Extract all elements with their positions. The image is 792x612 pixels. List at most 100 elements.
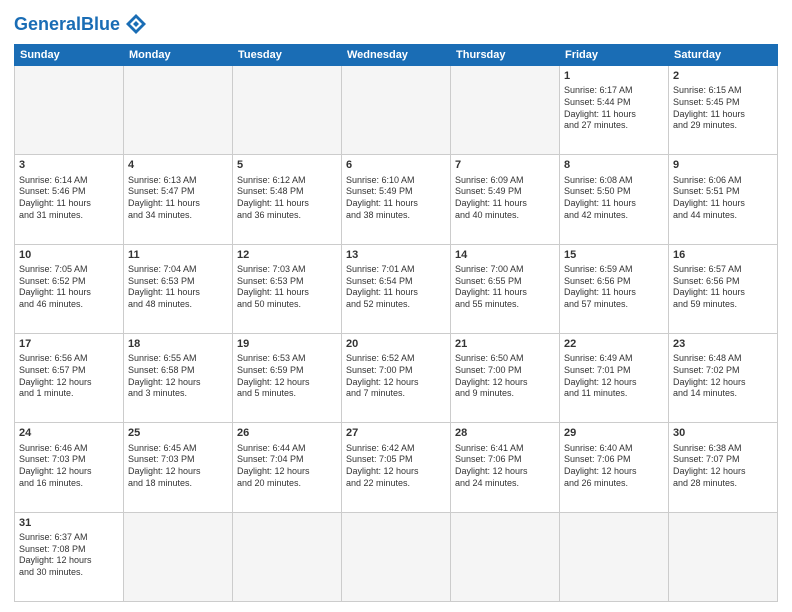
day-info: Sunrise: 7:05 AM Sunset: 6:52 PM Dayligh… [19, 264, 91, 309]
day-number: 1 [564, 69, 664, 83]
day-info: Sunrise: 6:49 AM Sunset: 7:01 PM Dayligh… [564, 353, 637, 398]
calendar-cell: 12Sunrise: 7:03 AM Sunset: 6:53 PM Dayli… [233, 244, 342, 333]
calendar-cell: 3 Sunrise: 6:14 AM Sunset: 5:46 PM Daylig… [15, 155, 124, 244]
calendar-cell: 19Sunrise: 6:53 AM Sunset: 6:59 PM Dayli… [233, 333, 342, 422]
calendar-cell: 16Sunrise: 6:57 AM Sunset: 6:56 PM Dayli… [669, 244, 778, 333]
weekday-header-tuesday: Tuesday [233, 45, 342, 66]
day-info: Sunrise: 6:17 AM Sunset: 5:44 PM Dayligh… [564, 85, 636, 130]
calendar-cell: 26 Sunrise: 6:44 AM Sunset: 7:04 PM Dayli… [233, 423, 342, 512]
calendar-cell: 7 Sunrise: 6:09 AM Sunset: 5:49 PM Daylig… [451, 155, 560, 244]
week-row-4: 24 Sunrise: 6:46 AM Sunset: 7:03 PM Dayli… [15, 423, 778, 512]
day-info: Sunrise: 6:56 AM Sunset: 6:57 PM Dayligh… [19, 353, 92, 398]
calendar-cell: 1 Sunrise: 6:17 AM Sunset: 5:44 PM Daylig… [560, 66, 669, 155]
calendar-cell: 22 Sunrise: 6:49 AM Sunset: 7:01 PM Dayli… [560, 333, 669, 422]
day-number: 23 [673, 337, 773, 351]
day-info: Sunrise: 6:41 AM Sunset: 7:06 PM Dayligh… [455, 443, 528, 488]
week-row-5: 31 Sunrise: 6:37 AM Sunset: 7:08 PM Dayli… [15, 512, 778, 601]
day-info: Sunrise: 6:09 AM Sunset: 5:49 PM Dayligh… [455, 175, 527, 220]
day-info: Sunrise: 6:10 AM Sunset: 5:49 PM Dayligh… [346, 175, 418, 220]
weekday-header-sunday: Sunday [15, 45, 124, 66]
day-number: 24 [19, 426, 119, 440]
calendar-cell [233, 512, 342, 601]
calendar-cell [233, 66, 342, 155]
day-number: 31 [19, 516, 119, 530]
day-number: 17 [19, 337, 119, 351]
day-number: 27 [346, 426, 446, 440]
day-number: 28 [455, 426, 555, 440]
day-number: 10 [19, 248, 119, 262]
day-info: Sunrise: 6:06 AM Sunset: 5:51 PM Dayligh… [673, 175, 745, 220]
calendar-cell [451, 512, 560, 601]
day-number: 25 [128, 426, 228, 440]
logo-blue: Blue [81, 14, 120, 34]
day-info: Sunrise: 6:44 AM Sunset: 7:04 PM Dayligh… [237, 443, 310, 488]
day-number: 7 [455, 158, 555, 172]
calendar-cell: 15Sunrise: 6:59 AM Sunset: 6:56 PM Dayli… [560, 244, 669, 333]
day-number: 11 [128, 248, 228, 262]
weekday-header-wednesday: Wednesday [342, 45, 451, 66]
day-info: Sunrise: 6:45 AM Sunset: 7:03 PM Dayligh… [128, 443, 201, 488]
day-number: 6 [346, 158, 446, 172]
logo-icon [122, 10, 150, 38]
calendar-cell: 30Sunrise: 6:38 AM Sunset: 7:07 PM Dayli… [669, 423, 778, 512]
day-info: Sunrise: 6:52 AM Sunset: 7:00 PM Dayligh… [346, 353, 419, 398]
day-info: Sunrise: 7:01 AM Sunset: 6:54 PM Dayligh… [346, 264, 418, 309]
week-row-3: 17 Sunrise: 6:56 AM Sunset: 6:57 PM Dayli… [15, 333, 778, 422]
calendar-cell: 20Sunrise: 6:52 AM Sunset: 7:00 PM Dayli… [342, 333, 451, 422]
calendar-cell: 13Sunrise: 7:01 AM Sunset: 6:54 PM Dayli… [342, 244, 451, 333]
day-info: Sunrise: 6:50 AM Sunset: 7:00 PM Dayligh… [455, 353, 528, 398]
day-info: Sunrise: 6:46 AM Sunset: 7:03 PM Dayligh… [19, 443, 92, 488]
logo-general: General [14, 14, 81, 34]
day-info: Sunrise: 6:13 AM Sunset: 5:47 PM Dayligh… [128, 175, 200, 220]
day-number: 19 [237, 337, 337, 351]
day-number: 2 [673, 69, 773, 83]
calendar-cell [669, 512, 778, 601]
day-info: Sunrise: 6:08 AM Sunset: 5:50 PM Dayligh… [564, 175, 636, 220]
day-info: Sunrise: 6:37 AM Sunset: 7:08 PM Dayligh… [19, 532, 92, 577]
day-number: 26 [237, 426, 337, 440]
day-info: Sunrise: 6:12 AM Sunset: 5:48 PM Dayligh… [237, 175, 309, 220]
calendar-cell [124, 512, 233, 601]
day-info: Sunrise: 7:03 AM Sunset: 6:53 PM Dayligh… [237, 264, 309, 309]
calendar-cell: 21 Sunrise: 6:50 AM Sunset: 7:00 PM Dayli… [451, 333, 560, 422]
day-number: 9 [673, 158, 773, 172]
calendar-cell [124, 66, 233, 155]
day-number: 18 [128, 337, 228, 351]
day-number: 4 [128, 158, 228, 172]
day-number: 30 [673, 426, 773, 440]
weekday-header-friday: Friday [560, 45, 669, 66]
day-info: Sunrise: 7:04 AM Sunset: 6:53 PM Dayligh… [128, 264, 200, 309]
calendar-cell: 17 Sunrise: 6:56 AM Sunset: 6:57 PM Dayli… [15, 333, 124, 422]
calendar-cell [451, 66, 560, 155]
calendar-cell: 18Sunrise: 6:55 AM Sunset: 6:58 PM Dayli… [124, 333, 233, 422]
calendar-cell: 2 Sunrise: 6:15 AM Sunset: 5:45 PM Daylig… [669, 66, 778, 155]
calendar-cell: 27 Sunrise: 6:42 AM Sunset: 7:05 PM Dayli… [342, 423, 451, 512]
day-info: Sunrise: 6:40 AM Sunset: 7:06 PM Dayligh… [564, 443, 637, 488]
day-info: Sunrise: 6:14 AM Sunset: 5:46 PM Dayligh… [19, 175, 91, 220]
day-number: 22 [564, 337, 664, 351]
calendar-cell: 25 Sunrise: 6:45 AM Sunset: 7:03 PM Dayli… [124, 423, 233, 512]
day-info: Sunrise: 6:15 AM Sunset: 5:45 PM Dayligh… [673, 85, 745, 130]
day-info: Sunrise: 6:59 AM Sunset: 6:56 PM Dayligh… [564, 264, 636, 309]
weekday-header-thursday: Thursday [451, 45, 560, 66]
calendar-cell: 31 Sunrise: 6:37 AM Sunset: 7:08 PM Dayli… [15, 512, 124, 601]
calendar-cell [342, 512, 451, 601]
calendar-cell: 10 Sunrise: 7:05 AM Sunset: 6:52 PM Dayli… [15, 244, 124, 333]
day-info: Sunrise: 6:57 AM Sunset: 6:56 PM Dayligh… [673, 264, 745, 309]
day-number: 5 [237, 158, 337, 172]
calendar-cell: 11 Sunrise: 7:04 AM Sunset: 6:53 PM Dayli… [124, 244, 233, 333]
week-row-2: 10 Sunrise: 7:05 AM Sunset: 6:52 PM Dayli… [15, 244, 778, 333]
day-number: 14 [455, 248, 555, 262]
header: GeneralBlue [14, 10, 778, 38]
calendar-cell: 9 Sunrise: 6:06 AM Sunset: 5:51 PM Daylig… [669, 155, 778, 244]
day-info: Sunrise: 7:00 AM Sunset: 6:55 PM Dayligh… [455, 264, 527, 309]
day-number: 29 [564, 426, 664, 440]
calendar-cell: 5 Sunrise: 6:12 AM Sunset: 5:48 PM Daylig… [233, 155, 342, 244]
day-info: Sunrise: 6:42 AM Sunset: 7:05 PM Dayligh… [346, 443, 419, 488]
week-row-1: 3 Sunrise: 6:14 AM Sunset: 5:46 PM Daylig… [15, 155, 778, 244]
day-number: 3 [19, 158, 119, 172]
calendar-cell: 28 Sunrise: 6:41 AM Sunset: 7:06 PM Dayli… [451, 423, 560, 512]
day-info: Sunrise: 6:48 AM Sunset: 7:02 PM Dayligh… [673, 353, 746, 398]
day-number: 21 [455, 337, 555, 351]
page: GeneralBlue SundayMondayTuesdayWednesday… [0, 0, 792, 612]
